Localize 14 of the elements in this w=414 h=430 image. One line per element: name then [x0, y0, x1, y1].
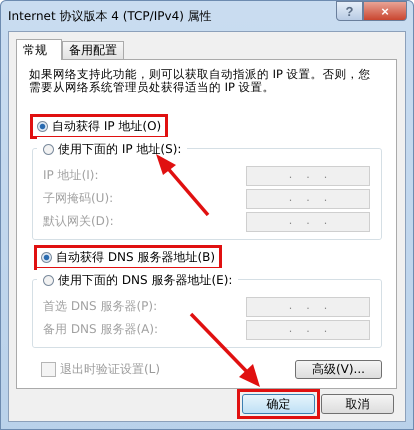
- field-label: 首选 DNS 服务器(P):: [43, 298, 158, 315]
- field-label: IP 地址(I):: [43, 167, 99, 184]
- annotation-arrow: [156, 154, 210, 216]
- advanced-button[interactable]: 高级(V)...: [295, 360, 382, 379]
- window-title: Internet 协议版本 4 (TCP/IPv4) 属性: [8, 8, 212, 24]
- tab[interactable]: 常规: [16, 39, 62, 60]
- field-label: 子网掩码(U):: [43, 190, 114, 207]
- help-button[interactable]: ?: [336, 1, 363, 21]
- tab[interactable]: 备用配置: [62, 41, 124, 59]
- field-label: 备用 DNS 服务器(A):: [43, 321, 158, 338]
- cancel-button[interactable]: 取消: [321, 394, 394, 414]
- field-label: 默认网关(D):: [43, 213, 114, 230]
- description-text: 如果网络支持此功能，则可以获取自动指派的 IP 设置。否则，您需要从网络系统管理员处获得适当的 IP 设置。: [29, 68, 372, 94]
- ok-button[interactable]: 确定: [242, 394, 315, 414]
